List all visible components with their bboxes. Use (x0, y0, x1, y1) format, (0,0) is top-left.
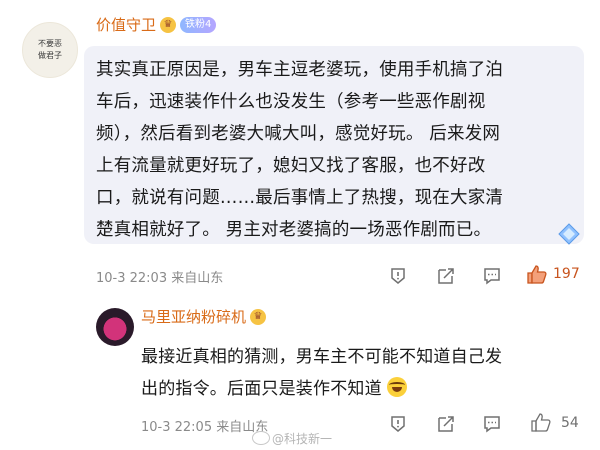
share-icon[interactable] (436, 414, 456, 434)
comment-header: 价值守卫 ♛ 铁粉4 (96, 14, 217, 35)
comment-text-line: 其实真正原因是，男车主逗老婆玩，使用手机搞了泊 (96, 60, 504, 80)
like-count: 54 (561, 415, 579, 431)
comment-text-line: 车后，迅速装作什么也没发生（参考一些恶作剧视 (96, 92, 486, 112)
watermark: @科技新一 (252, 430, 332, 447)
share-icon[interactable] (436, 266, 456, 286)
weibo-logo-icon (252, 431, 270, 445)
comment-meta: 10-3 22:03 来自山东 (96, 267, 223, 286)
reply-text: 出的指令。后面只是装作不知道 (141, 379, 382, 399)
comment-location: 来自山东 (171, 271, 224, 286)
avatar[interactable]: 不要恶 做君子 (22, 22, 78, 78)
comment-text-line: 频），然后看到老婆大喊大叫，感觉好玩。 后来发网 (96, 124, 501, 144)
watermark-text: @科技新一 (272, 432, 333, 446)
laughing-emoji-icon (387, 377, 408, 397)
diamond-icon (558, 223, 580, 245)
comment-text-line: 楚真相就好了。 男主对老婆搞的一场恶作剧而已。 (96, 220, 492, 240)
fan-badge[interactable]: 铁粉4 (180, 16, 217, 33)
like-count: 197 (553, 266, 580, 282)
crown-icon: ♛ (250, 308, 267, 325)
avatar-text: 做君子 (38, 51, 62, 60)
reply-time: 10-3 22:05 (141, 420, 213, 435)
reply-text-line: 最接近真相的猜测，男车主不可能不知道自己发 (141, 347, 503, 367)
avatar-text: 不要恶 (38, 39, 62, 48)
reply-text-line: 出的指令。后面只是装作不知道 (141, 374, 408, 399)
reply-header: 马里亚纳粉碎机 ♛ (141, 306, 267, 327)
comment-icon[interactable] (482, 414, 502, 434)
comment-time: 10-3 22:03 (96, 271, 168, 286)
comment-icon[interactable] (482, 266, 502, 286)
reply-username[interactable]: 马里亚纳粉碎机 (141, 306, 246, 327)
avatar[interactable] (96, 308, 134, 346)
report-icon[interactable] (388, 414, 408, 434)
like-icon[interactable] (530, 411, 552, 433)
report-icon[interactable] (388, 266, 408, 286)
comment-text-line: 上有流量就更好玩了，媳妇又找了客服，也不好改 (96, 156, 486, 176)
username[interactable]: 价值守卫 (96, 14, 156, 35)
comment-text-line: 口，就说有问题……最后事情上了热搜，现在大家清 (96, 188, 504, 208)
crown-icon: ♛ (160, 16, 177, 33)
like-icon[interactable] (526, 263, 548, 285)
reply-meta: 10-3 22:05 来自山东 (141, 416, 268, 435)
